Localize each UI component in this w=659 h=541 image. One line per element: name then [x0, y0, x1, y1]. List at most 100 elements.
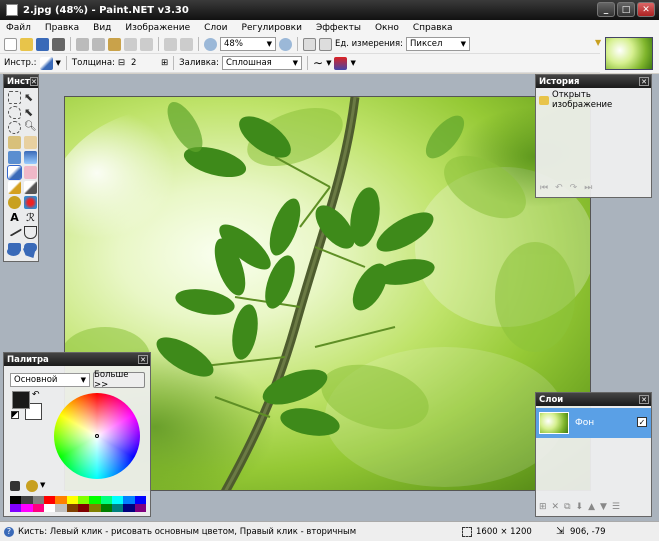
palette-swatch[interactable] — [77, 504, 90, 512]
eraser-icon[interactable] — [24, 166, 37, 179]
menu-help[interactable]: Справка — [413, 23, 453, 33]
fill-select[interactable]: Сплошная ▼ — [222, 56, 302, 70]
merge-layer-icon[interactable]: ⬇ — [576, 502, 584, 512]
thickness-decrease-icon[interactable]: ⊟ — [118, 58, 125, 68]
palette-swatch[interactable] — [43, 504, 56, 512]
chevron-down-icon[interactable]: ▼ — [350, 59, 355, 67]
blend-mode-icon[interactable] — [334, 56, 348, 70]
color-mode-select[interactable]: Основной ▼ — [10, 373, 90, 387]
palette-swatch[interactable] — [123, 504, 135, 512]
open-file-icon[interactable] — [20, 37, 33, 51]
antialias-icon[interactable]: ∼ — [313, 56, 323, 70]
palette-swatch[interactable] — [32, 504, 44, 512]
thickness-input[interactable]: 2 — [128, 56, 158, 70]
layer-row[interactable]: Фон ✓ — [536, 408, 651, 438]
primary-color-swatch[interactable] — [12, 391, 30, 409]
menu-effects[interactable]: Эффекты — [316, 23, 361, 33]
menu-window[interactable]: Окно — [375, 23, 399, 33]
palette-swatch[interactable] — [10, 496, 22, 504]
palette-swatch[interactable] — [89, 504, 101, 512]
close-icon[interactable]: ✕ — [639, 77, 649, 86]
palette-swatch[interactable] — [32, 496, 44, 504]
rect-select-icon[interactable] — [8, 91, 21, 104]
save-icon[interactable] — [36, 37, 49, 51]
image-thumbnail[interactable] — [605, 37, 653, 70]
palette-swatch[interactable] — [111, 504, 124, 512]
copy-icon[interactable] — [92, 37, 105, 51]
deselect-icon[interactable] — [140, 37, 153, 51]
menu-file[interactable]: Файл — [6, 23, 31, 33]
close-icon[interactable]: ✕ — [29, 77, 38, 86]
more-colors-button[interactable]: Больше >> — [93, 370, 145, 390]
palette-swatch[interactable] — [100, 504, 112, 512]
move-layer-down-icon[interactable]: ▼ — [600, 502, 607, 512]
fast-forward-icon[interactable]: ⏭ — [584, 183, 592, 193]
chevron-down-icon[interactable]: ▼ — [326, 59, 331, 67]
duplicate-layer-icon[interactable]: ⧉ — [564, 502, 570, 512]
zoom-select[interactable]: 48% ▼ — [220, 37, 276, 51]
paintbrush-icon[interactable] — [7, 165, 22, 180]
pencil-icon[interactable] — [8, 181, 21, 194]
palette-swatch[interactable] — [66, 504, 78, 512]
palette-swatch[interactable] — [55, 496, 67, 504]
menu-adjustments[interactable]: Регулировки — [242, 23, 302, 33]
reset-colors-icon[interactable] — [11, 411, 19, 419]
palette-swatch[interactable] — [134, 504, 146, 512]
menu-view[interactable]: Вид — [93, 23, 111, 33]
text-tool-icon[interactable]: A — [8, 211, 21, 224]
close-icon[interactable]: ✕ — [639, 395, 649, 404]
gradient-icon[interactable] — [24, 151, 37, 164]
ellipse-tool-icon[interactable] — [7, 247, 20, 256]
thickness-increase-icon[interactable]: ⊞ — [161, 58, 168, 68]
palette-swatch[interactable] — [55, 504, 67, 512]
pan-hand-icon[interactable] — [24, 136, 37, 149]
palette-swatch[interactable] — [77, 496, 90, 504]
menu-image[interactable]: Изображение — [125, 23, 190, 33]
add-layer-icon[interactable]: ⊞ — [539, 502, 547, 512]
redo-icon[interactable] — [180, 37, 193, 51]
move-icon[interactable]: ⬉ — [24, 106, 37, 119]
color-wheel-cursor[interactable] — [95, 434, 99, 438]
redo-icon[interactable]: ↷ — [570, 183, 578, 193]
ellipse-select-icon[interactable] — [8, 121, 21, 134]
cut-icon[interactable] — [76, 37, 89, 51]
zoom-in-icon[interactable] — [279, 37, 292, 51]
units-select[interactable]: Пиксел ▼ — [406, 37, 471, 51]
palette-swatch[interactable] — [66, 496, 78, 504]
delete-layer-icon[interactable]: ✕ — [552, 502, 560, 512]
new-file-icon[interactable] — [4, 37, 17, 51]
relief-tool-icon[interactable]: ℛ — [24, 211, 37, 224]
zoom-out-icon[interactable] — [204, 37, 217, 51]
layer-visibility-checkbox[interactable]: ✓ — [637, 417, 647, 427]
brush-tool-icon[interactable] — [39, 56, 53, 70]
menu-layers[interactable]: Слои — [204, 23, 227, 33]
move-layer-up-icon[interactable]: ▲ — [588, 502, 595, 512]
palette-swatch[interactable] — [43, 496, 56, 504]
palette-swatch[interactable] — [21, 496, 33, 504]
minimize-button[interactable]: _ — [597, 2, 615, 17]
clone-stamp-icon[interactable] — [8, 196, 21, 209]
freeform-shape-icon[interactable] — [23, 245, 36, 258]
grid-icon[interactable] — [303, 37, 316, 51]
swap-colors-icon[interactable]: ↶ — [32, 390, 40, 400]
layer-properties-icon[interactable]: ☰ — [612, 502, 620, 512]
history-item[interactable]: Открыть изображение — [536, 88, 651, 112]
move-selection-icon[interactable]: ⬉ — [24, 91, 37, 104]
paste-icon[interactable] — [108, 37, 121, 51]
palette-menu-icon[interactable] — [10, 481, 20, 491]
palette-swatch[interactable] — [21, 504, 33, 512]
menu-edit[interactable]: Правка — [45, 23, 79, 33]
palette-swatch[interactable] — [123, 496, 135, 504]
recolor-icon[interactable] — [24, 196, 37, 209]
palette-swatch[interactable] — [100, 496, 112, 504]
color-picker-icon[interactable] — [24, 181, 37, 194]
magic-wand-icon[interactable] — [8, 136, 21, 149]
paint-bucket-icon[interactable] — [8, 151, 21, 164]
rewind-icon[interactable]: ⏮ — [540, 183, 548, 193]
ruler-icon[interactable] — [319, 37, 332, 51]
palette-swatch[interactable] — [89, 496, 101, 504]
undo-icon[interactable]: ↶ — [555, 183, 563, 193]
print-icon[interactable] — [52, 37, 65, 51]
lasso-select-icon[interactable] — [8, 106, 21, 119]
crop-icon[interactable] — [124, 37, 137, 51]
